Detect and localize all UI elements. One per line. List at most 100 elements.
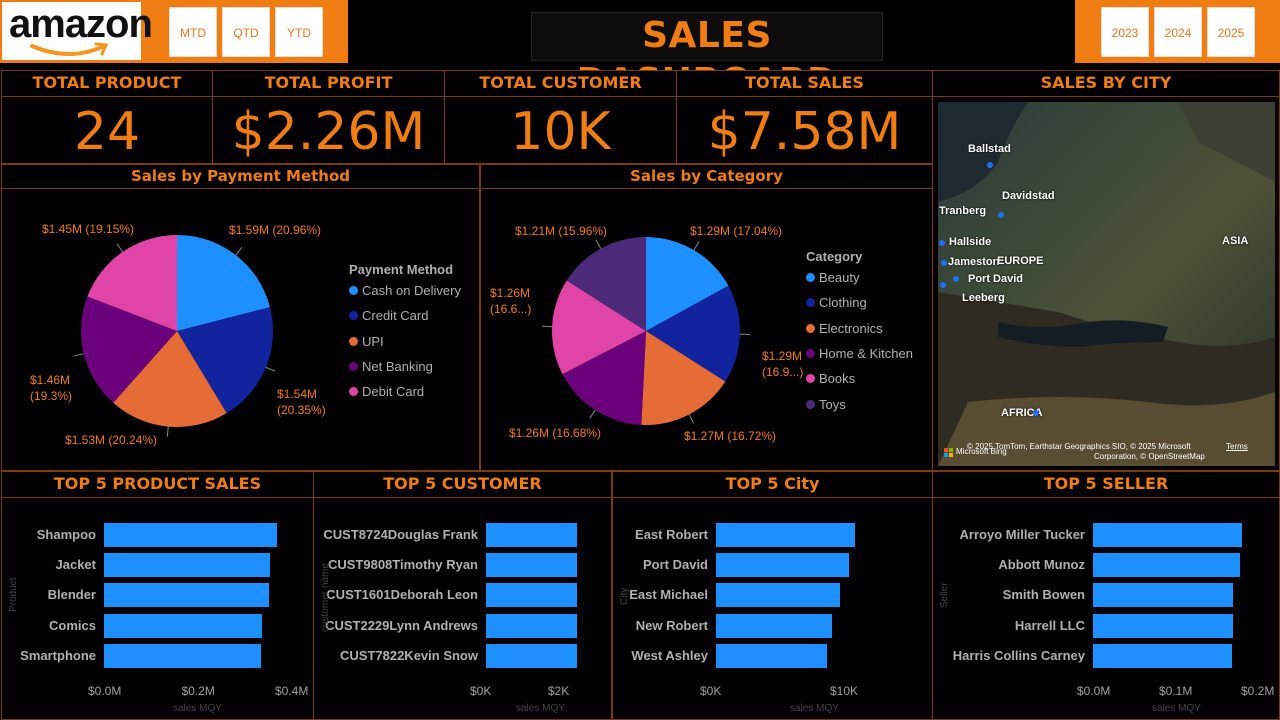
bar-category-label: Port David [642,557,708,573]
top-sellers-title: TOP 5 SELLER [933,472,1279,498]
x-tick-label: $2K [547,684,570,698]
kpi-label: TOTAL CUSTOMER [445,71,676,97]
legend-label: Clothing [819,295,867,311]
pie-leader-line [589,409,596,419]
legend-item[interactable]: Beauty [806,270,859,285]
pie-leader-line [166,426,169,437]
bar-category-label: Smith Bowen [1002,587,1085,603]
bar[interactable] [716,613,832,638]
legend-item[interactable]: Home & Kitchen [806,346,913,361]
legend-label: Beauty [819,270,860,285]
bar[interactable] [1093,523,1243,547]
legend-item[interactable]: Net Banking [349,359,433,374]
pie-label: (19.3%) [30,389,73,403]
map-label-davidstad: Davidstad [1002,190,1055,202]
pie-label: $1.46M [30,373,71,387]
pie-label: $1.26M (16.68%) [509,426,602,440]
legend-dot-icon [806,348,815,358]
bar[interactable] [104,553,270,578]
amazon-logo: amazon [2,2,153,60]
filter-qtd-button[interactable]: QTD [222,7,270,57]
legend-dot-icon [349,361,358,371]
x-tick-label: $0.0M [88,684,122,698]
pie-leader-line [688,414,695,424]
bar[interactable] [716,583,840,608]
bar[interactable] [486,583,578,608]
x-tick-label: $0.0M [1077,684,1111,698]
legend-item[interactable]: Books [806,371,855,386]
bar[interactable] [716,643,827,668]
bar[interactable] [486,643,578,668]
bar[interactable] [104,643,262,668]
x-axis-title: sales MQY [1152,703,1201,714]
bar[interactable] [104,523,277,547]
year-2023-button[interactable]: 2023 [1101,7,1149,57]
legend-item[interactable]: Electronics [806,321,883,336]
bar-category-label: CUST9808Timothy Ryan [327,557,478,573]
legend-dot-icon [349,286,358,295]
pie-label: (16.9...) [762,365,804,379]
pie-label: (16.6...) [490,302,532,316]
pie-label: $1.29M [762,349,803,363]
bar[interactable] [104,583,269,608]
map-label-hallside: Hallside [949,236,992,248]
bar-category-label: Arroyo Miller Tucker [959,527,1085,542]
sales-map[interactable]: Ballstad Davidstad Tranberg Hallside Jam… [938,102,1275,466]
legend-dot-icon [806,399,815,409]
y-axis-title: Seller [939,582,950,608]
filter-mtd-button[interactable]: MTD [169,7,217,57]
kpi-value: 24 [73,102,141,162]
x-tick-label: $0.2M [181,684,215,698]
bar[interactable] [1093,613,1234,638]
map-dot[interactable] [987,162,993,168]
map-label-leeberg: Leeberg [962,292,1005,304]
map-brand: Microsoft Bing [956,447,1007,456]
legend-item[interactable]: Credit Card [349,308,428,323]
year-2024-button[interactable]: 2024 [1154,7,1202,57]
bar-category-label: East Michael [629,587,708,603]
bar[interactable] [1093,643,1233,668]
bar[interactable] [486,613,578,638]
legend-label: Debit Card [362,384,425,400]
bar[interactable] [486,553,578,578]
legend-label: Books [819,371,856,387]
map-dot[interactable] [941,260,947,266]
bar[interactable] [716,523,856,547]
bar-category-label: West Ashley [631,647,708,663]
bar-category-label: CUST1601Deborah Leon [326,587,478,603]
bar-category-label: Jacket [55,557,96,573]
map-dot[interactable] [953,276,959,282]
bar[interactable] [1093,583,1234,608]
map-credit-osm: Corporation, © OpenStreetMap [1094,452,1205,461]
legend-item[interactable]: Toys [806,397,846,412]
bar-category-label: East Robert [635,527,708,542]
bar[interactable] [716,553,849,578]
x-axis-title: sales MQY [173,703,222,714]
map-label-tranberg: Tranberg [939,205,987,217]
page-title: SALES DASHBOARD [531,12,883,102]
x-tick-label: $0.4M [275,684,309,698]
pie-label: $1.26M [490,286,531,300]
bar-category-label: Comics [49,617,96,633]
bar-category-label: Blender [47,587,96,603]
legend-dot-icon [349,387,358,397]
legend-item[interactable]: Cash on Delivery [349,283,461,298]
map-dot[interactable] [939,240,945,246]
payment-legend-title: Payment Method [349,262,454,277]
y-axis-title: Product [8,577,19,612]
legend-item[interactable]: UPI [349,334,384,349]
legend-item[interactable]: Debit Card [349,384,424,399]
filter-ytd-button[interactable]: YTD [275,7,323,57]
year-2025-button[interactable]: 2025 [1207,7,1255,57]
map-dot[interactable] [998,212,1004,218]
map-dot[interactable] [940,282,946,288]
map-terms-link[interactable]: Terms [1226,442,1248,451]
pie-leader-line [116,243,124,253]
bar[interactable] [486,523,578,547]
pie-label: (20.35%) [277,403,326,417]
map-dot[interactable] [1033,410,1039,416]
legend-item[interactable]: Clothing [806,295,867,310]
top-cities-title: TOP 5 City [613,472,932,498]
bar[interactable] [1093,553,1240,578]
bar[interactable] [104,613,262,638]
